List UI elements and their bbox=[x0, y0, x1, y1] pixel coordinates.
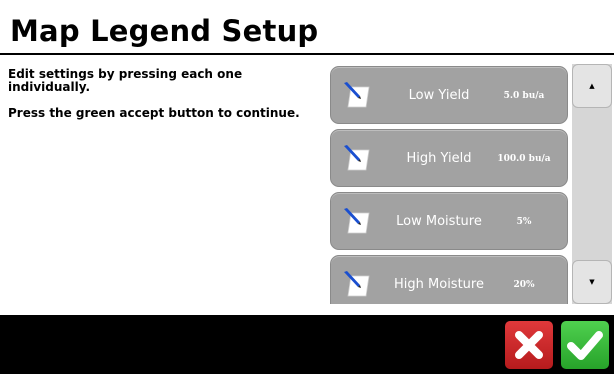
edit-note-icon bbox=[344, 145, 370, 171]
legend-item-label: Low Moisture bbox=[396, 214, 482, 229]
instructions: Edit settings by pressing each one indiv… bbox=[8, 68, 308, 133]
legend-item-value: 100.0 bu/a bbox=[497, 154, 551, 164]
instruction-text-accept: Press the green accept button to continu… bbox=[8, 106, 300, 120]
arrow-up-icon: ▲ bbox=[589, 82, 595, 90]
checkmark-icon bbox=[567, 331, 603, 360]
instruction-text-edit: Edit settings by pressing each one indiv… bbox=[8, 67, 243, 94]
cancel-button[interactable] bbox=[505, 321, 553, 369]
legend-item-low-yield[interactable]: Low Yield 5.0 bu/a bbox=[330, 66, 568, 124]
close-icon bbox=[515, 331, 543, 359]
legend-item-label: Low Yield bbox=[408, 88, 470, 103]
legend-item-low-moisture[interactable]: Low Moisture 5% bbox=[330, 192, 568, 250]
title-divider bbox=[0, 53, 614, 55]
legend-list: Low Yield 5.0 bu/a High Yield 100.0 bu/a… bbox=[330, 64, 570, 304]
edit-note-icon bbox=[344, 271, 370, 297]
accept-button[interactable] bbox=[561, 321, 609, 369]
edit-note-icon bbox=[344, 208, 370, 234]
scroll-down-button[interactable]: ▼ bbox=[572, 260, 612, 304]
legend-item-value: 5% bbox=[516, 217, 532, 227]
legend-item-value: 5.0 bu/a bbox=[503, 91, 545, 101]
legend-item-value: 20% bbox=[513, 280, 535, 290]
legend-item-high-yield[interactable]: High Yield 100.0 bu/a bbox=[330, 129, 568, 187]
legend-item-label: High Yield bbox=[406, 151, 472, 166]
legend-item-label: High Moisture bbox=[394, 277, 484, 292]
edit-note-icon bbox=[344, 82, 370, 108]
legend-item-high-moisture[interactable]: High Moisture 20% bbox=[330, 255, 568, 304]
scroll-up-button[interactable]: ▲ bbox=[572, 64, 612, 108]
page-title: Map Legend Setup bbox=[10, 14, 319, 48]
arrow-down-icon: ▼ bbox=[589, 278, 595, 286]
